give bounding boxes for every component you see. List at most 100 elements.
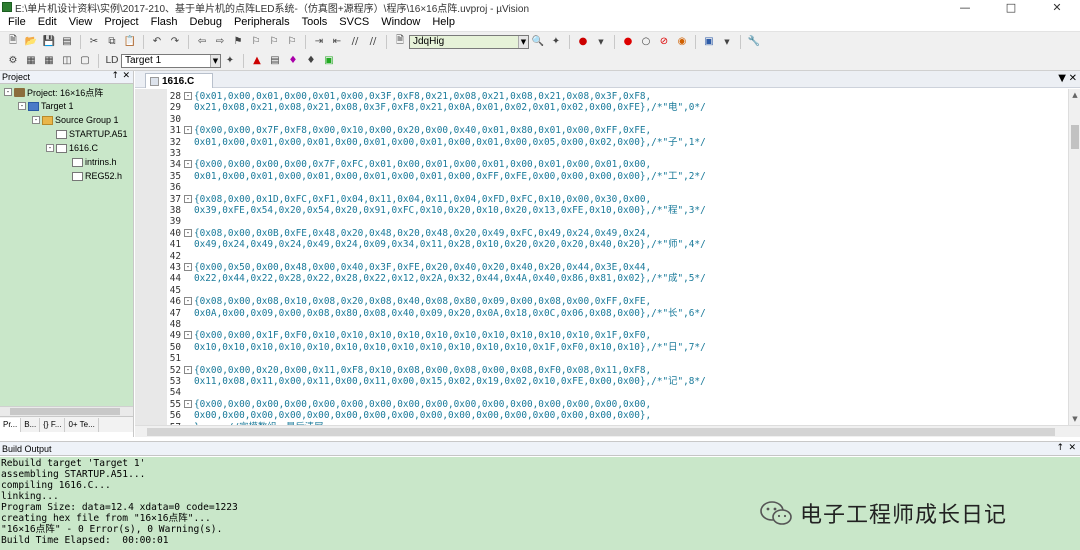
collapse-icon[interactable]: - [4,88,12,96]
rebuild-icon[interactable]: ▦ [42,54,56,68]
code-line[interactable]: 51 [135,353,1065,364]
code-line[interactable]: 35 0x01,0x00,0x01,0x00,0x01,0x00,0x01,0x0… [135,171,1065,182]
tree-item-startup[interactable]: STARTUP.A51 [56,127,128,141]
code-area[interactable]: 28- {0x01,0x00,0x01,0x00,0x01,0x00,0x3F,0… [135,89,1068,425]
fold-icon[interactable]: - [184,399,192,408]
menu-svcs[interactable]: SVCS [333,14,375,31]
breakpoint-disable-icon[interactable]: ○ [639,35,653,49]
fold-icon[interactable]: - [184,228,192,237]
code-line[interactable]: 29 0x21,0x08,0x21,0x08,0x21,0x08,0x3F,0xF… [135,102,1065,113]
code-line[interactable]: 34- {0x00,0x00,0x00,0x00,0x7F,0xFC,0x01,0… [135,159,1065,170]
tree-item-source-group[interactable]: - Source Group 1 [32,113,119,127]
code-line[interactable]: 55- {0x00,0x00,0x00,0x00,0x00,0x00,0x00,0… [135,399,1065,410]
download-icon[interactable]: LD [105,54,119,68]
pin-icon[interactable]: ↑ [1056,443,1064,453]
build-output-text[interactable]: 电子工程师成长日记 Rebuild target 'Target 1' assem… [0,457,1080,550]
fold-icon[interactable]: - [184,365,192,374]
collapse-icon[interactable]: - [46,144,54,152]
code-line[interactable]: 48 [135,319,1065,330]
scroll-thumb[interactable] [147,428,1055,436]
code-line[interactable]: 39 [135,216,1065,227]
code-line[interactable]: 52- {0x00,0x00,0x20,0x00,0x11,0xF8,0x10,0… [135,365,1065,376]
code-line[interactable]: 28- {0x01,0x00,0x01,0x00,0x01,0x00,0x3F,0… [135,91,1065,102]
find-in-files-icon[interactable]: 🗎 [393,35,407,49]
fold-icon[interactable]: - [184,126,192,135]
stop-build-icon[interactable]: ▢ [78,54,92,68]
menu-peripherals[interactable]: Peripherals [228,14,296,31]
tab-templates[interactable]: 0+ Te... [65,417,99,432]
target-options-icon[interactable]: ✦ [223,54,237,68]
tab-functions[interactable]: {} F... [40,417,66,432]
code-line[interactable]: 56 0x00,0x00,0x00,0x00,0x00,0x00,0x00,0x0… [135,410,1065,421]
breakpoint-kill-icon[interactable]: ⊘ [657,35,671,49]
minimize-icon[interactable]: — [942,0,988,14]
tree-item-reg52[interactable]: REG52.h [72,169,122,183]
tab-books[interactable]: B... [21,417,41,432]
run-time-env-icon[interactable]: ♦ [286,54,300,68]
code-line[interactable]: 43- {0x00,0x50,0x00,0x48,0x00,0x40,0x3F,0… [135,262,1065,273]
find-icon[interactable]: 🔍 [531,35,545,49]
pack-installer-icon[interactable]: ♦ [304,54,318,68]
batch-build-icon[interactable]: ◫ [60,54,74,68]
window-layout-icon[interactable]: ▣ [702,35,716,49]
pin-icon[interactable]: ↑ [111,71,119,81]
uncomment-icon[interactable]: // [366,35,380,49]
menu-view[interactable]: View [63,14,99,31]
redo-icon[interactable]: ↷ [168,35,182,49]
code-line[interactable]: 45 [135,285,1065,296]
save-all-icon[interactable]: ▤ [60,35,74,49]
code-line[interactable]: 38 0x39,0xFE,0x54,0x20,0x54,0x20,0x91,0xF… [135,205,1065,216]
code-line[interactable]: 37- {0x08,0x00,0x1D,0xFC,0xF1,0x04,0x11,0… [135,194,1065,205]
undo-icon[interactable]: ↶ [150,35,164,49]
new-file-icon[interactable]: 🗎 [6,35,20,49]
configure-icon[interactable]: 🔧 [747,35,761,49]
tab-project[interactable]: Pr... [0,417,22,432]
unindent-icon[interactable]: ⇤ [330,35,344,49]
editor-hscrollbar[interactable] [135,425,1080,437]
cut-icon[interactable]: ✂ [87,35,101,49]
menu-file[interactable]: File [2,14,32,31]
scroll-thumb[interactable] [10,408,120,415]
code-line[interactable]: 54 [135,387,1065,398]
target-select[interactable]: Target 1 ▼ [121,53,221,68]
window-layout-dropdown-icon[interactable]: ▼ [720,35,734,49]
debug-dropdown-icon[interactable]: ▼ [594,35,608,49]
code-line[interactable]: 31- {0x00,0x00,0x7F,0xF8,0x00,0x10,0x00,0… [135,125,1065,136]
code-line[interactable]: 40- {0x08,0x00,0x0B,0xFE,0x48,0x20,0x48,0… [135,228,1065,239]
scroll-up-icon[interactable]: ▲ [1069,89,1080,101]
scroll-down-icon[interactable]: ▼ [1069,413,1080,425]
menu-project[interactable]: Project [98,14,144,31]
breakpoint-icon[interactable]: ● [621,35,635,49]
code-line[interactable]: 49- {0x00,0x00,0x1F,0xF0,0x10,0x10,0x10,0… [135,330,1065,341]
editor-vscrollbar[interactable]: ▲ ▼ [1068,89,1080,425]
collapse-icon[interactable]: - [18,102,26,110]
copy-icon[interactable]: ⧉ [105,35,119,49]
fold-icon[interactable]: - [184,194,192,203]
code-line[interactable]: 50 0x10,0x10,0x10,0x10,0x10,0x10,0x10,0x1… [135,342,1065,353]
indent-icon[interactable]: ⇥ [312,35,326,49]
code-line[interactable]: 32 0x01,0x00,0x01,0x00,0x01,0x00,0x01,0x0… [135,137,1065,148]
tree-item-project[interactable]: - Project: 16×16点阵 [4,85,103,99]
chevron-down-icon[interactable]: ▼ [518,35,528,48]
code-line[interactable]: 53 0x11,0x08,0x11,0x00,0x11,0x00,0x11,0x0… [135,376,1065,387]
bookmark-prev-icon[interactable]: ⚐ [249,35,263,49]
close-icon[interactable]: ✕ [1068,443,1076,453]
incremental-find-icon[interactable]: ✦ [549,35,563,49]
chevron-down-icon[interactable]: ▼ [210,54,220,67]
paste-icon[interactable]: 📋 [123,35,137,49]
collapse-icon[interactable]: - [32,116,40,124]
menu-window[interactable]: Window [375,14,426,31]
menu-debug[interactable]: Debug [184,14,228,31]
fold-icon[interactable]: - [184,297,192,306]
chevron-down-icon[interactable]: ▼ [1058,73,1066,84]
build-icon[interactable]: ▦ [24,54,38,68]
tree-item-intrins[interactable]: intrins.h [72,155,117,169]
fold-icon[interactable]: - [184,331,192,340]
menu-tools[interactable]: Tools [296,14,334,31]
code-line[interactable]: 42 [135,251,1065,262]
select-pack-icon[interactable]: ▣ [322,54,336,68]
open-folder-icon[interactable]: 📂 [24,35,38,49]
file-extensions-icon[interactable]: ▤ [268,54,282,68]
comment-icon[interactable]: // [348,35,362,49]
code-line[interactable]: 41 0x49,0x24,0x49,0x24,0x49,0x24,0x09,0x3… [135,239,1065,250]
